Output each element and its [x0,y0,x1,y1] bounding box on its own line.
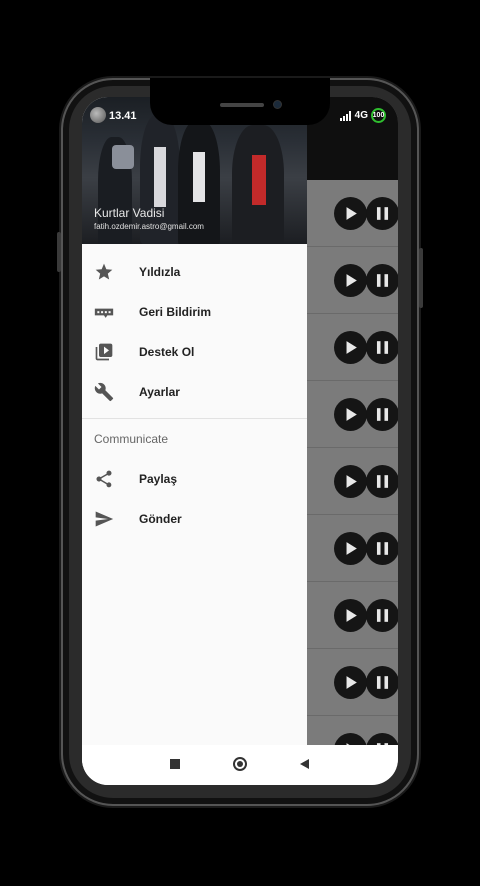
section-title-communicate: Communicate [94,432,169,446]
play-icon[interactable] [334,599,367,632]
signal-icon [339,110,351,121]
play-icon[interactable] [334,197,367,230]
pause-icon[interactable] [366,465,398,498]
system-nav-bar [82,745,398,785]
home-button[interactable] [233,757,247,771]
screen: 13.41 4G 100 Kurtlar Vadisi fatih.ozdemi… [82,97,398,785]
drawer-header-email: fatih.ozdemir.astro@gmail.com [94,222,204,231]
send-icon [95,511,114,527]
camera-notch [150,78,330,125]
pause-icon[interactable] [366,532,398,565]
battery-icon: 100 [371,108,386,123]
recents-button[interactable] [170,759,180,769]
feedback-icon [94,308,114,318]
menu-item-destek-ol[interactable]: Destek Ol [82,332,307,372]
pause-icon[interactable] [366,264,398,297]
wrench-icon [94,382,114,402]
pause-icon[interactable] [366,398,398,431]
video-library-icon [95,343,113,361]
menu-item-paylas[interactable]: Paylaş [82,459,307,499]
star-icon [95,263,113,280]
play-icon[interactable] [334,398,367,431]
menu-item-yildizla[interactable]: Yıldızla [82,252,307,292]
navigation-drawer: Kurtlar Vadisi fatih.ozdemir.astro@gmail… [82,97,307,785]
pause-icon[interactable] [366,599,398,632]
menu-item-geri-bildirim[interactable]: Geri Bildirim [82,292,307,332]
network-type: 4G [354,110,368,121]
play-icon[interactable] [334,666,367,699]
speaker-grille [220,103,264,107]
front-camera [273,100,282,109]
menu-item-label: Destek Ol [139,345,195,359]
power-button [419,248,423,308]
menu-item-gonder[interactable]: Gönder [82,499,307,539]
share-icon [96,470,112,488]
menu-item-label: Geri Bildirim [139,305,212,319]
menu-item-ayarlar[interactable]: Ayarlar [82,372,307,412]
menu-item-label: Gönder [139,512,182,526]
menu-item-label: Yıldızla [139,265,181,279]
menu-item-label: Ayarlar [139,385,180,399]
drawer-menu: Yıldızla Geri Bildirim Destek Ol Ayarlar… [82,252,307,539]
pause-icon[interactable] [366,666,398,699]
volume-button [57,232,61,272]
play-icon[interactable] [334,532,367,565]
play-icon[interactable] [334,264,367,297]
back-button[interactable] [300,759,309,769]
pause-icon[interactable] [366,197,398,230]
status-time: 13.41 [109,110,137,122]
play-icon[interactable] [334,465,367,498]
pause-icon[interactable] [366,331,398,364]
notification-icon [90,107,106,123]
menu-item-label: Paylaş [139,472,178,486]
drawer-header-title: Kurtlar Vadisi [94,206,165,220]
status-indicators: 4G 100 [339,108,386,123]
play-icon[interactable] [334,331,367,364]
